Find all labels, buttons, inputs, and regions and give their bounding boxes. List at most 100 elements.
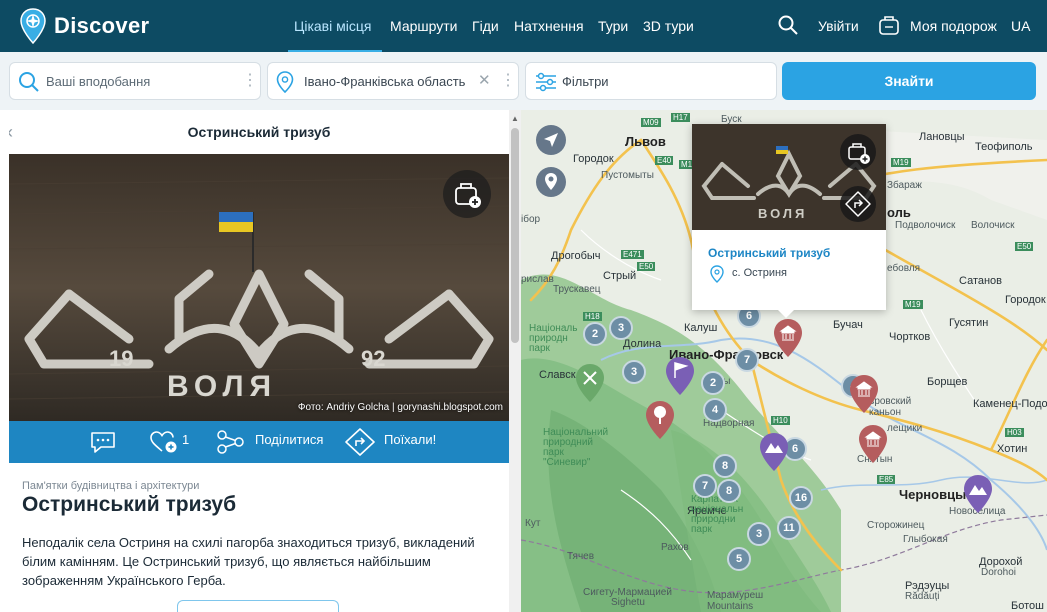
map-label-glybokaya: Глыбокая <box>903 534 948 545</box>
location-pin-icon <box>545 173 557 190</box>
photo-credit: Фото: Andriy Golcha | gorynashi.blogspot… <box>297 402 503 413</box>
scroll-thumb[interactable] <box>511 128 519 343</box>
map-cluster[interactable]: 8 <box>713 454 737 478</box>
nav-interesting-places[interactable]: Цікаві місця <box>294 18 371 34</box>
popup-pointer <box>778 310 794 318</box>
filters-label: Фільтри <box>562 74 609 89</box>
road-badge: E50 <box>637 262 656 271</box>
discover-logo-icon[interactable] <box>20 8 46 44</box>
find-button[interactable]: Знайти <box>782 62 1036 100</box>
top-header: Discover Цікаві місця Маршрути Гіди Натх… <box>0 0 1047 52</box>
food-pin-icon[interactable] <box>575 363 605 403</box>
map-label-stryi: Стрый <box>603 270 637 282</box>
add-to-trip-icon <box>455 183 481 208</box>
trip-bag-icon[interactable] <box>878 14 900 36</box>
add-to-trip-button[interactable] <box>840 134 876 170</box>
nav-3d-tours[interactable]: 3D тури <box>643 18 694 34</box>
map-cluster[interactable]: 2 <box>583 322 607 346</box>
map-cluster[interactable]: 11 <box>777 516 801 540</box>
filters-button[interactable]: Фільтри <box>525 62 777 100</box>
map-cluster[interactable]: 7 <box>735 348 759 372</box>
go-button[interactable]: Поїхали! <box>384 432 436 447</box>
brand-name[interactable]: Discover <box>54 13 149 39</box>
region-input[interactable]: Івано-Франківська область ✕ ⋮ <box>267 62 519 100</box>
preferences-input[interactable]: Ваші вподобання ⋮ <box>9 62 261 100</box>
popup-location: с. Остриня <box>732 267 787 279</box>
map-label-kamenets: Каменец-Подол <box>973 398 1047 410</box>
map-cluster[interactable]: 2 <box>701 371 725 395</box>
map-cluster[interactable]: 4 <box>703 398 727 422</box>
map-cluster[interactable]: 3 <box>747 522 771 546</box>
map-label-rdd-latin: Rădăuți <box>905 591 940 602</box>
nav-tours[interactable]: Тури <box>598 18 628 34</box>
place-photo[interactable]: 19 92 ВОЛЯ Фото: Andriy Golcha | gorynas… <box>9 154 509 421</box>
place-category[interactable]: Пам'ятки будівництва і архітектури <box>22 480 199 492</box>
map-label-pustomyty: Пустомыты <box>601 170 654 181</box>
nature-tree-pin-icon[interactable] <box>645 400 675 440</box>
map-popup-card[interactable]: ВОЛЯ Остринський тризуб с. Остриня <box>692 124 886 310</box>
map-label-maramures: Марамуреш <box>707 590 764 601</box>
nav-routes[interactable]: Маршрути <box>390 18 457 34</box>
popup-title[interactable]: Остринський тризуб <box>708 246 830 260</box>
architecture-pin-icon[interactable] <box>858 424 888 464</box>
map-label-terebovlya: ебовля <box>887 263 921 274</box>
map-view[interactable]: Львов Городок Пустомыты Буск ібор Дрогоб… <box>521 110 1047 612</box>
nav-guides[interactable]: Гіди <box>472 18 499 34</box>
map-label-maramures-mountains: Mountains <box>707 601 754 612</box>
add-to-trip-icon <box>848 143 870 164</box>
share-button[interactable]: Поділитися <box>255 432 323 447</box>
map-label-teofipol: Теофиполь <box>975 141 1033 153</box>
add-to-trip-button[interactable] <box>443 170 491 218</box>
login-link[interactable]: Увійти <box>818 18 859 34</box>
architecture-pin-icon[interactable] <box>773 318 803 358</box>
map-cluster[interactable]: 3 <box>609 316 633 340</box>
road-badge: E40 <box>655 156 674 165</box>
road-badge: E50 <box>1015 242 1034 251</box>
svg-text:92: 92 <box>361 346 385 371</box>
place-title: Остринський тризуб <box>22 493 237 516</box>
more-button-peek[interactable] <box>177 600 339 612</box>
map-cluster[interactable]: 7 <box>693 474 717 498</box>
place-description: Неподалік села Остриня на схилі пагорба … <box>22 535 475 588</box>
panel-scrollbar[interactable]: ▲ <box>509 110 521 612</box>
map-label-podvolochysk: Подволочиск <box>895 220 956 231</box>
road-badge: E471 <box>621 250 644 259</box>
like-heart-icon[interactable] <box>149 430 179 454</box>
comment-icon[interactable] <box>89 430 117 454</box>
mountain-pin-icon[interactable] <box>759 432 789 472</box>
my-location-button[interactable] <box>536 125 566 155</box>
filters-icon <box>536 72 556 92</box>
map-cluster[interactable]: 8 <box>717 479 741 503</box>
map-cluster[interactable]: 3 <box>622 360 646 384</box>
share-icon[interactable] <box>215 429 245 455</box>
more-options-icon[interactable]: ⋮ <box>500 72 516 90</box>
mountain-pin-icon[interactable] <box>963 474 993 514</box>
map-label-chernivtsi: Черновцы <box>899 487 967 502</box>
map-cluster[interactable]: 5 <box>727 547 751 571</box>
directions-button[interactable] <box>840 186 876 222</box>
map-label-botosh: Ботош <box>1011 600 1044 612</box>
clear-icon[interactable]: ✕ <box>478 72 491 90</box>
svg-text:ВОЛЯ: ВОЛЯ <box>758 206 807 221</box>
directions-icon[interactable] <box>345 428 375 456</box>
map-label-rakhiv: Рахов <box>661 542 689 553</box>
popup-photo[interactable]: ВОЛЯ <box>692 124 886 230</box>
nav-inspiration[interactable]: Натхнення <box>514 18 584 34</box>
navigation-arrow-icon <box>544 133 558 147</box>
map-label-borshchiv: Борщев <box>927 376 968 388</box>
my-trip-link[interactable]: Моя подорож <box>910 18 997 34</box>
show-points-button[interactable] <box>536 167 566 197</box>
map-label-gorodok: Городок <box>573 153 614 165</box>
map-label-drogobych: Дрогобыч <box>551 250 601 262</box>
scroll-up-arrow-icon[interactable]: ▲ <box>511 114 519 123</box>
map-label-lviv: Львов <box>625 134 666 149</box>
map-label-bir: ібор <box>521 214 541 225</box>
map-label-zbarazh: Збараж <box>887 180 922 191</box>
more-options-icon[interactable]: ⋮ <box>242 72 258 90</box>
location-pin-icon <box>710 265 724 283</box>
language-switch[interactable]: UA <box>1011 18 1030 34</box>
map-cluster[interactable]: 16 <box>789 486 813 510</box>
architecture-pin-icon[interactable] <box>849 374 879 414</box>
flag-pin-icon[interactable] <box>665 356 695 396</box>
search-icon[interactable] <box>778 15 798 35</box>
